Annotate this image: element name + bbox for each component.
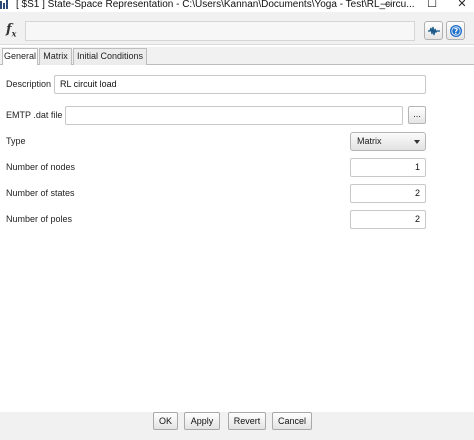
help-icon: ? — [450, 25, 462, 37]
number-of-states-label: Number of states — [6, 188, 75, 198]
formula-bar: fx ? — [0, 12, 474, 45]
cancel-button[interactable]: Cancel — [272, 412, 312, 430]
title-bar: [ $S1 ] State-Space Representation - C:\… — [0, 0, 474, 12]
scope-button[interactable] — [424, 21, 443, 40]
svg-text:?: ? — [454, 27, 458, 36]
emtp-file-field[interactable] — [65, 106, 403, 125]
apply-button[interactable]: Apply — [184, 412, 220, 430]
type-selected-value: Matrix — [357, 136, 382, 146]
formula-input[interactable] — [25, 21, 415, 41]
description-field[interactable]: RL circuit load — [54, 75, 426, 94]
browse-button[interactable]: ... — [408, 106, 426, 124]
dialog-button-bar: OK Apply Revert Cancel — [0, 412, 474, 440]
function-icon: fx — [6, 22, 17, 39]
description-label: Description — [6, 79, 52, 89]
emtp-file-label: EMTP .dat file — [6, 110, 63, 120]
tab-general[interactable]: General — [2, 48, 38, 66]
app-icon — [0, 0, 8, 9]
minimize-button[interactable]: — — [372, 0, 400, 12]
number-of-nodes-field[interactable]: 1 — [350, 158, 426, 177]
tab-strip: General Matrix Initial Conditions — [0, 47, 474, 66]
chevron-down-icon — [414, 140, 420, 144]
number-of-states-field[interactable]: 2 — [350, 184, 426, 203]
number-of-poles-label: Number of poles — [6, 214, 73, 224]
type-select[interactable]: Matrix — [350, 132, 426, 151]
ok-button[interactable]: OK — [153, 412, 178, 430]
general-panel: Description RL circuit load EMTP .dat fi… — [0, 65, 474, 412]
tab-initial-conditions[interactable]: Initial Conditions — [73, 48, 147, 65]
number-of-poles-field[interactable]: 2 — [350, 210, 426, 229]
scope-icon — [428, 26, 440, 36]
window-title: [ $S1 ] State-Space Representation - C:\… — [16, 0, 415, 10]
type-label: Type — [6, 136, 26, 146]
maximize-button[interactable]: ☐ — [418, 0, 446, 12]
help-button[interactable]: ? — [446, 21, 465, 40]
close-button[interactable]: ✕ — [448, 0, 474, 12]
tab-matrix[interactable]: Matrix — [39, 48, 72, 65]
revert-button[interactable]: Revert — [228, 412, 266, 430]
number-of-nodes-label: Number of nodes — [6, 162, 76, 172]
